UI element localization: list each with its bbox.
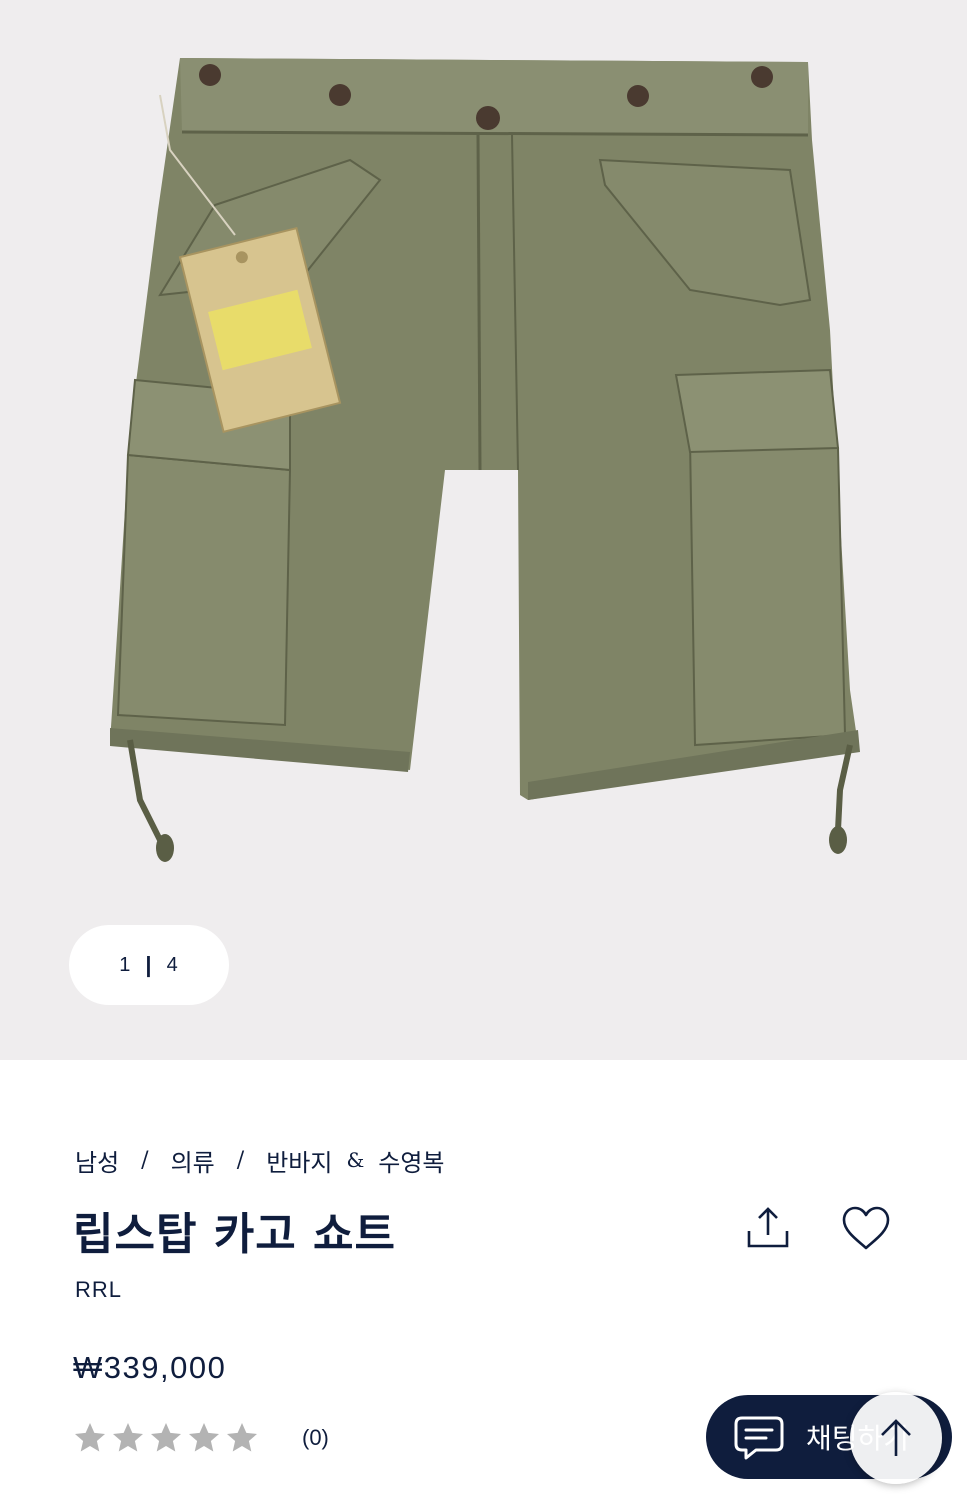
breadcrumb-ampersand: & (346, 1148, 365, 1172)
gallery-pager: 1 | 4 (69, 925, 229, 1005)
scroll-to-top-button[interactable] (850, 1392, 942, 1484)
star-icon (189, 1423, 219, 1452)
star-icon (227, 1423, 257, 1452)
star-icon (75, 1423, 105, 1452)
pager-separator: | (145, 952, 153, 977)
heart-icon (842, 1206, 890, 1250)
product-title: 립스탑 카고 쇼트 (73, 1209, 396, 1260)
product-image-gallery[interactable]: 1 | 4 (0, 0, 967, 1060)
pager-total: 4 (166, 953, 179, 976)
breadcrumb: 남성 / 의류 / 반바지 & 수영복 (75, 1140, 445, 1180)
breadcrumb-divider: / (236, 1147, 245, 1173)
arrow-up-icon (881, 1419, 911, 1456)
star-icon (151, 1423, 181, 1452)
brand-name[interactable]: RRL (75, 1277, 122, 1303)
chat-bubble-icon (734, 1416, 784, 1460)
breadcrumb-swimwear[interactable]: 수영복 (378, 1143, 444, 1178)
breadcrumb-shorts[interactable]: 반바지 (266, 1143, 332, 1178)
breadcrumb-men[interactable]: 남성 (75, 1143, 119, 1178)
favorite-button[interactable] (836, 1198, 896, 1258)
star-icon (113, 1423, 143, 1452)
star-rating (72, 1420, 260, 1456)
review-count[interactable]: (0) (302, 1425, 329, 1451)
share-upload-icon (747, 1207, 789, 1248)
rating-summary[interactable]: (0) (72, 1418, 329, 1458)
pager-current: 1 (119, 953, 132, 976)
product-price: ₩339,000 (73, 1350, 227, 1385)
breadcrumb-divider: / (141, 1147, 149, 1173)
breadcrumb-clothing[interactable]: 의류 (171, 1143, 215, 1178)
share-button[interactable] (738, 1198, 798, 1258)
product-image (110, 58, 860, 862)
